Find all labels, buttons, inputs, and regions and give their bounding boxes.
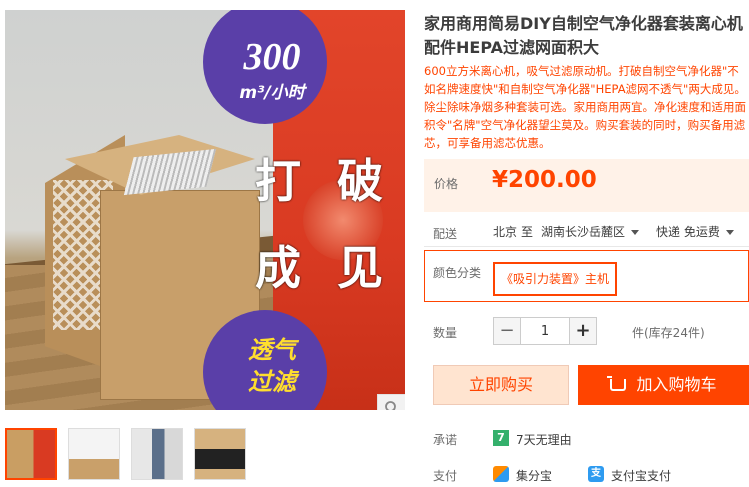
chevron-down-icon [631,230,640,235]
chevron-down-icon [725,230,734,235]
shipping-from: 北京 [493,225,518,239]
color-label: 颜色分类 [433,266,482,280]
thumbnail-1[interactable] [5,428,57,480]
cart-icon [607,376,627,391]
shipping-method-select[interactable]: 快递 免运费 [656,223,734,240]
alipay-icon: 支 [588,466,604,482]
thumbnail-4[interactable] [194,428,246,480]
add-to-cart-button[interactable]: 加入购物车 [578,365,749,405]
jifenbao-icon [493,466,509,482]
promise-text[interactable]: 7天无理由 [516,431,572,448]
thumbnail-2[interactable] [68,428,120,480]
buy-now-button[interactable]: 立即购买 [433,365,569,405]
add-to-cart-label: 加入购物车 [636,375,717,394]
quantity-stepper: − + [493,317,597,345]
quantity-decrease-button[interactable]: − [493,317,521,345]
price-panel: 价格 ¥200.00 [424,159,749,212]
speed-unit: m³/小时 [239,83,305,103]
shipping-destination: 湖南长沙岳麓区 [541,225,626,239]
price-value: ¥200.00 [492,167,597,193]
price-label: 价格 [434,177,459,191]
fan-grill [123,148,217,196]
breath-badge-line-2: 过滤 [248,368,296,396]
promise-label: 承诺 [433,433,458,447]
main-product-image[interactable]: 300 m³/小时 打 破 成 见 透气 过滤 [5,10,405,410]
thumbnail-strip [5,428,246,480]
quantity-label: 数量 [433,326,458,340]
quantity-increase-button[interactable]: + [569,317,597,345]
speed-number: 300 [243,36,301,78]
thumbnail-3[interactable] [131,428,183,480]
payment-label: 支付 [433,469,458,483]
quantity-input[interactable] [521,317,569,345]
shipping-to-word: 至 [521,225,534,239]
shipping-method: 快递 免运费 [656,225,720,239]
payment-method-2[interactable]: 支付宝支付 [611,467,671,484]
seven-day-icon: 7 [493,430,509,446]
shipping-label: 配送 [433,227,458,241]
stock-info: 件(库存24件) [632,326,705,340]
divider [424,246,749,247]
magnifier-icon[interactable] [377,394,405,410]
breath-badge-line-1: 透气 [248,336,296,364]
color-option-selected[interactable]: 《吸引力装置》主机 [493,262,618,296]
payment-method-1[interactable]: 集分宝 [516,467,552,484]
shipping-destination-select[interactable]: 湖南长沙岳麓区 [541,223,640,240]
product-title: 家用商用简易DIY自制空气净化器套装离心机配件HEPA过滤网面积大 [424,14,743,57]
promo-headline-2: 成 见 [255,241,394,295]
promo-headline-1: 打 破 [255,154,394,208]
product-subtitle: 600立方米离心机，吸气过滤原动机。打破自制空气净化器"不如名牌速度快"和自制空… [424,64,746,150]
